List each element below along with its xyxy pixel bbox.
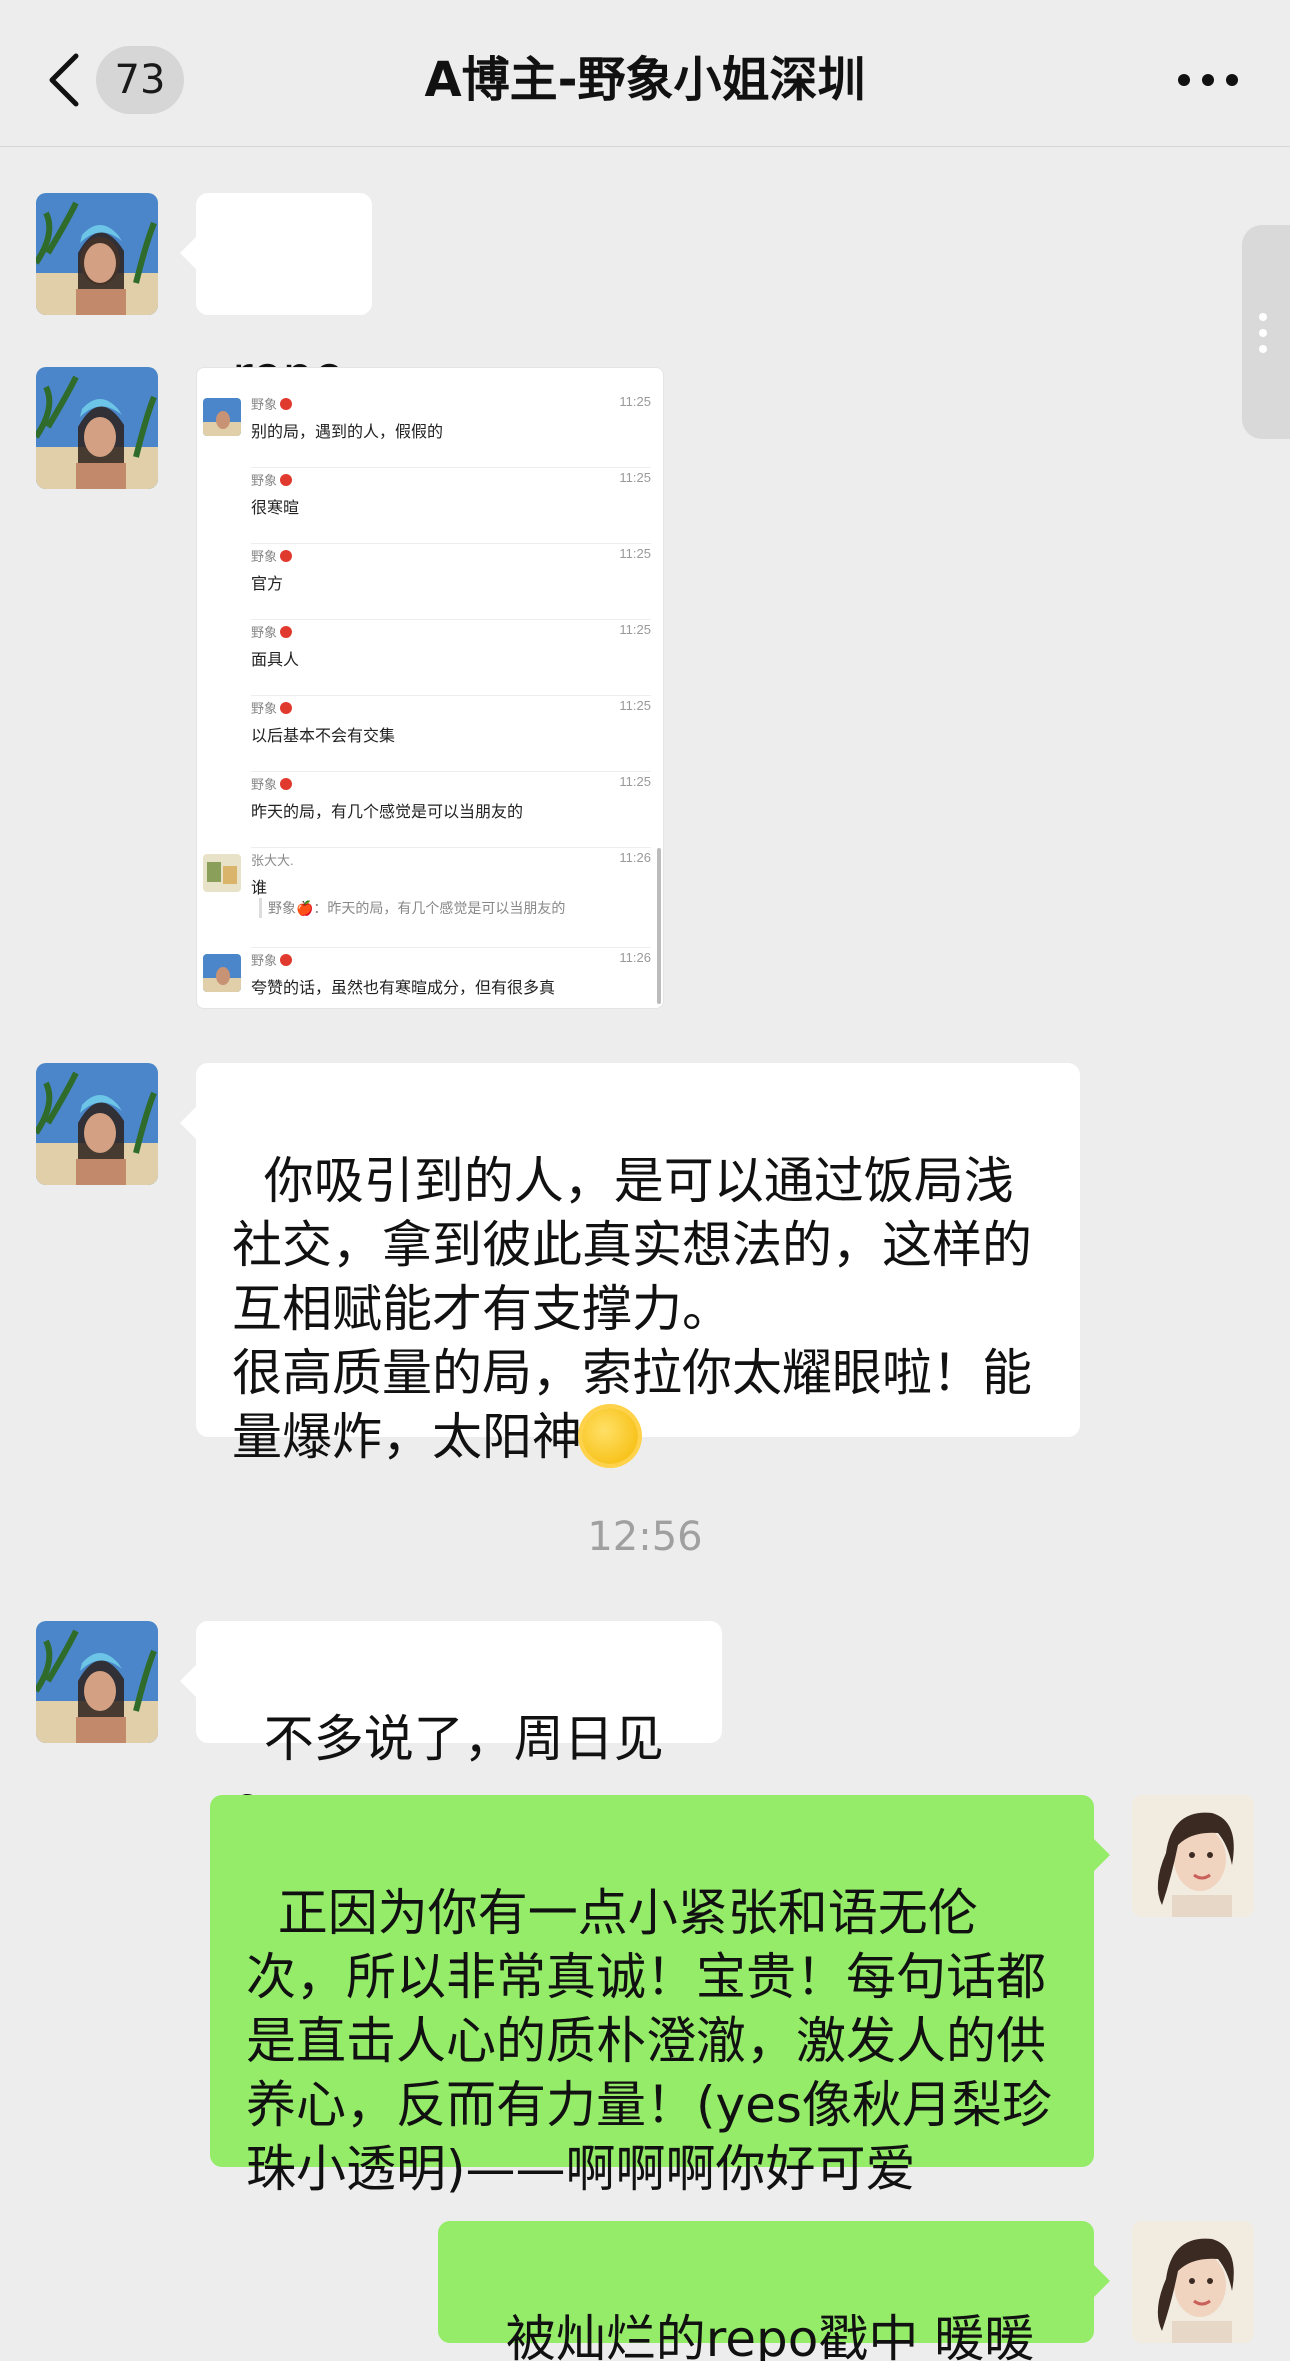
message-bubble[interactable]: 你吸引到的人，是可以通过饭局浅社交，拿到彼此真实想法的，这样的互相赋能才有支撑力… [180,1063,1080,1466]
message-text: 别的局，遇到的人，假假的 [251,424,444,441]
sender-name: 野象 [251,546,293,565]
chat-title: A博主-野象小姐深圳 [424,52,866,108]
scrollbar [657,848,661,1004]
message-text: 正因为你有一点小紧张和语无伦次，所以非常真诚！宝贵！每句话都是直击人心的质朴澄澈… [246,1884,1052,2198]
quoted-message: 野象🍎：昨天的局，有几个感觉是可以当朋友的 [259,898,565,918]
sender-name: 野象 [251,622,293,641]
sender-name: 野象 [251,394,293,413]
message-time: 11:25 [619,698,651,713]
avatar [203,398,241,436]
message-bubble-outgoing[interactable]: 被灿烂的repo戳中 暖暖的 [438,2221,1110,2361]
screenshot-row: 野象 11:26 夸赞的话，虽然也有寒暄成分，但有很多真 [197,950,663,1008]
message-time: 11:25 [619,622,651,637]
message-time: 11:26 [619,850,651,865]
message-text: 以后基本不会有交集 [251,728,396,745]
contact-avatar[interactable] [36,367,158,489]
message-text: 谁 [251,880,268,897]
screenshot-row: 野象 11:25 官方 [197,546,663,620]
contact-avatar[interactable] [36,193,158,315]
message-text: 夸赞的话，虽然也有寒暄成分，但有很多真 [251,980,556,997]
message-time: 11:25 [619,394,651,409]
my-avatar[interactable] [1132,2221,1254,2343]
side-drawer-handle[interactable] [1242,225,1290,439]
screenshot-row: 野象 11:25 别的局，遇到的人，假假的 [197,394,663,468]
timestamp-separator: 12:56 [587,1514,703,1560]
sender-name: 野象 [251,950,293,969]
message-text: 昨天的局，有几个感觉是可以当朋友的 [251,804,524,821]
message-bubble-outgoing[interactable]: 正因为你有一点小紧张和语无伦次，所以非常真诚！宝贵！每句话都是直击人心的质朴澄澈… [210,1795,1110,2198]
unread-count-badge[interactable]: 73 [96,46,184,114]
screenshot-row: 野象 11:25 以后基本不会有交集 [197,698,663,772]
sender-name: 野象 [251,698,293,717]
screenshot-row: 野象 11:25 面具人 [197,622,663,696]
chat-header: 73 A博主-野象小姐深圳 [0,0,1290,147]
message-time: 11:25 [619,470,651,485]
screenshot-row: 张大大. 11:26 谁 野象🍎：昨天的局，有几个感觉是可以当朋友的 [197,850,663,948]
message-text: 官方 [251,576,284,593]
message-time: 11:26 [619,950,651,965]
message-time: 11:25 [619,546,651,561]
avatar [203,954,241,992]
message-text: 面具人 [251,652,300,669]
screenshot-row: 野象 11:25 很寒暄 [197,470,663,544]
message-bubble[interactable]: 不多说了，周日见～ [180,1621,722,1832]
message-text: 被灿烂的repo戳中 暖暖的 [505,2310,1035,2361]
contact-avatar[interactable] [36,1063,158,1185]
sender-name: 张大大. [251,853,294,868]
avatar [203,854,241,892]
message-time: 11:25 [619,774,651,789]
contact-avatar[interactable] [36,1621,158,1743]
sender-name: 野象 [251,774,293,793]
sun-emoji-icon [582,1408,638,1464]
chat-screenshot-image[interactable]: 野象 11:25 别的局，遇到的人，假假的 野象 11:25 很寒暄 野象 11… [196,367,664,1009]
message-text: 很寒暄 [251,500,300,517]
sender-name: 野象 [251,470,293,489]
more-dots-icon[interactable] [1178,66,1238,94]
screenshot-row: 野象 11:25 昨天的局，有几个感觉是可以当朋友的 [197,774,663,848]
message-bubble[interactable]: repo [180,193,372,404]
chevron-left-icon[interactable] [44,52,84,108]
my-avatar[interactable] [1132,1795,1254,1917]
